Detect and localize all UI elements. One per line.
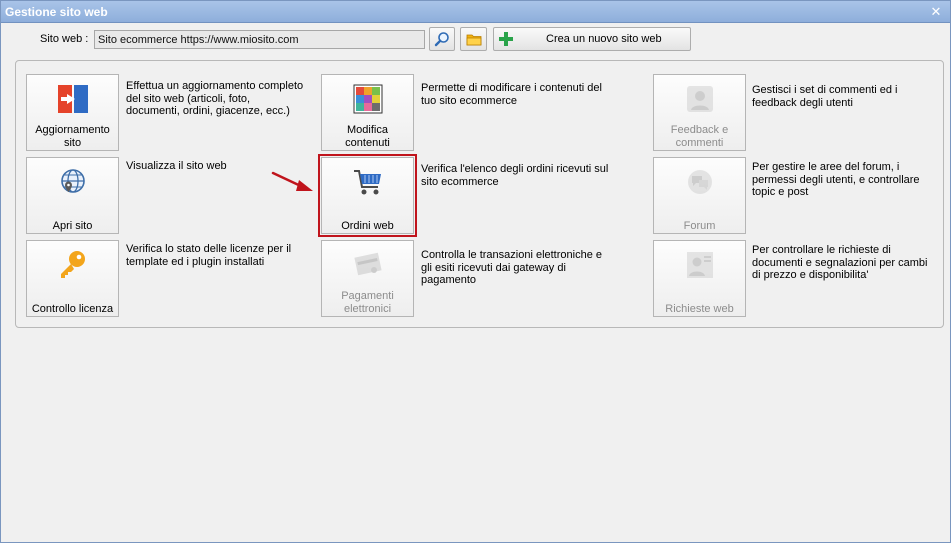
forum-icon bbox=[688, 170, 712, 194]
open-site-label: Apri sito bbox=[52, 220, 93, 232]
payments-description: Controlla le transazioni elettroniche e … bbox=[421, 249, 602, 286]
open-site-button[interactable]: Apri sito bbox=[26, 157, 119, 234]
new-site-label: Crea un nuovo sito web bbox=[546, 33, 662, 45]
folder-icon bbox=[466, 34, 482, 46]
web-orders-button[interactable]: Ordini web bbox=[318, 154, 417, 237]
content-grid-icon bbox=[353, 84, 383, 114]
edit-content-label-1: Modifica bbox=[347, 124, 388, 136]
search-button[interactable] bbox=[429, 27, 455, 51]
payments-label-1: Pagamenti bbox=[341, 290, 394, 302]
update-label-1: Aggiornamento bbox=[35, 124, 110, 136]
update-label-2: sito bbox=[63, 137, 82, 149]
feedback-label-1: Feedback e bbox=[670, 124, 729, 136]
license-check-button[interactable]: Controllo licenza bbox=[26, 240, 119, 317]
shopping-cart-icon bbox=[354, 170, 381, 195]
site-input[interactable] bbox=[94, 30, 425, 49]
web-requests-button[interactable]: Richieste web bbox=[653, 240, 746, 317]
title-bar: Gestione sito web ✕ bbox=[1, 1, 950, 23]
license-description: Verifica lo stato delle licenze per il t… bbox=[126, 243, 292, 268]
forum-description: Per gestire le aree del forum, i permess… bbox=[752, 161, 920, 198]
edit-content-button[interactable]: Modifica contenuti bbox=[321, 74, 414, 151]
edit-content-description: Permette di modificare i contenuti del t… bbox=[421, 82, 602, 107]
close-icon[interactable]: ✕ bbox=[928, 4, 944, 20]
forum-label: Forum bbox=[683, 220, 716, 232]
payments-icon bbox=[354, 252, 382, 276]
plus-icon bbox=[499, 32, 513, 46]
web-requests-label: Richieste web bbox=[665, 303, 734, 315]
window-title: Gestione sito web bbox=[5, 5, 108, 19]
key-icon bbox=[61, 251, 85, 278]
globe-pin-icon bbox=[61, 169, 85, 193]
open-folder-button[interactable] bbox=[460, 27, 487, 51]
forum-button[interactable]: Forum bbox=[653, 157, 746, 234]
web-orders-description: Verifica l'elenco degli ordini ricevuti … bbox=[421, 163, 609, 188]
payments-label-2: elettronici bbox=[343, 303, 392, 315]
edit-content-label-2: contenuti bbox=[345, 137, 390, 149]
new-site-button[interactable]: Crea un nuovo sito web bbox=[493, 27, 691, 51]
feedback-description: Gestisci i set di commenti ed i feedback… bbox=[752, 84, 898, 109]
feedback-label-2: commenti bbox=[675, 137, 724, 149]
web-requests-description: Per controllare le richieste di document… bbox=[752, 244, 928, 281]
web-requests-icon bbox=[687, 252, 713, 278]
feedback-icon bbox=[687, 86, 713, 112]
main-window: Gestione sito web ✕ Sito web : Crea un n… bbox=[0, 0, 951, 543]
search-icon bbox=[434, 32, 449, 47]
update-icon bbox=[58, 85, 88, 113]
site-label: Sito web : bbox=[40, 33, 89, 45]
web-orders-label: Ordini web bbox=[341, 220, 394, 232]
update-site-button[interactable]: Aggiornamento sito bbox=[26, 74, 119, 151]
feedback-button[interactable]: Feedback e commenti bbox=[653, 74, 746, 151]
annotation-arrow bbox=[271, 171, 313, 191]
license-label: Controllo licenza bbox=[31, 303, 114, 315]
update-description: Effettua un aggiornamento completo del s… bbox=[126, 80, 304, 117]
electronic-payments-button[interactable]: Pagamenti elettronici bbox=[321, 240, 414, 317]
